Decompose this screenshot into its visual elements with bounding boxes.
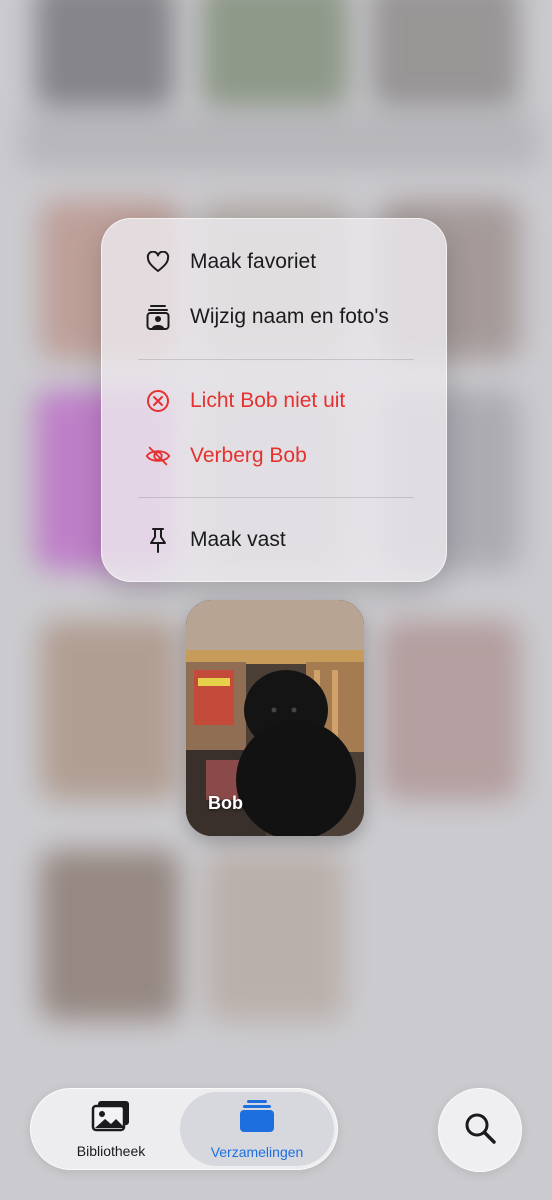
tab-collections[interactable]: Verzamelingen xyxy=(180,1092,334,1166)
menu-separator xyxy=(138,359,414,360)
menu-item-dont-feature[interactable]: Licht Bob niet uit xyxy=(101,373,447,429)
menu-item-rename[interactable]: Wijzig naam en foto's xyxy=(101,289,447,345)
photo-library-icon xyxy=(91,1100,131,1137)
collection-card-bob[interactable]: Bob xyxy=(186,600,364,836)
person-photo-icon xyxy=(145,304,171,330)
menu-item-label: Maak favoriet xyxy=(190,250,317,273)
pin-icon xyxy=(145,527,171,553)
context-menu: Maak favoriet Wijzig naam en foto's Lich… xyxy=(101,218,447,582)
menu-item-label: Wijzig naam en foto's xyxy=(190,305,389,328)
collections-icon xyxy=(239,1099,275,1138)
tab-library[interactable]: Bibliotheek xyxy=(34,1092,188,1166)
tab-label: Verzamelingen xyxy=(210,1143,304,1160)
heart-icon xyxy=(145,249,171,275)
menu-item-make-favorite[interactable]: Maak favoriet xyxy=(101,234,447,290)
tab-label: Bibliotheek xyxy=(76,1142,146,1159)
x-circle-icon xyxy=(145,388,171,414)
tab-bar: Bibliotheek Verzamelingen xyxy=(30,1088,338,1170)
eye-slash-icon xyxy=(145,443,171,469)
menu-item-hide[interactable]: Verberg Bob xyxy=(101,428,447,484)
menu-separator xyxy=(138,497,414,498)
menu-item-label: Verberg Bob xyxy=(190,444,307,467)
menu-item-label: Licht Bob niet uit xyxy=(190,389,346,412)
menu-item-pin[interactable]: Maak vast xyxy=(101,512,447,568)
collection-card-label: Bob xyxy=(208,793,243,813)
search-icon xyxy=(463,1111,497,1150)
menu-item-label: Maak vast xyxy=(190,528,286,551)
search-button[interactable] xyxy=(438,1088,522,1172)
